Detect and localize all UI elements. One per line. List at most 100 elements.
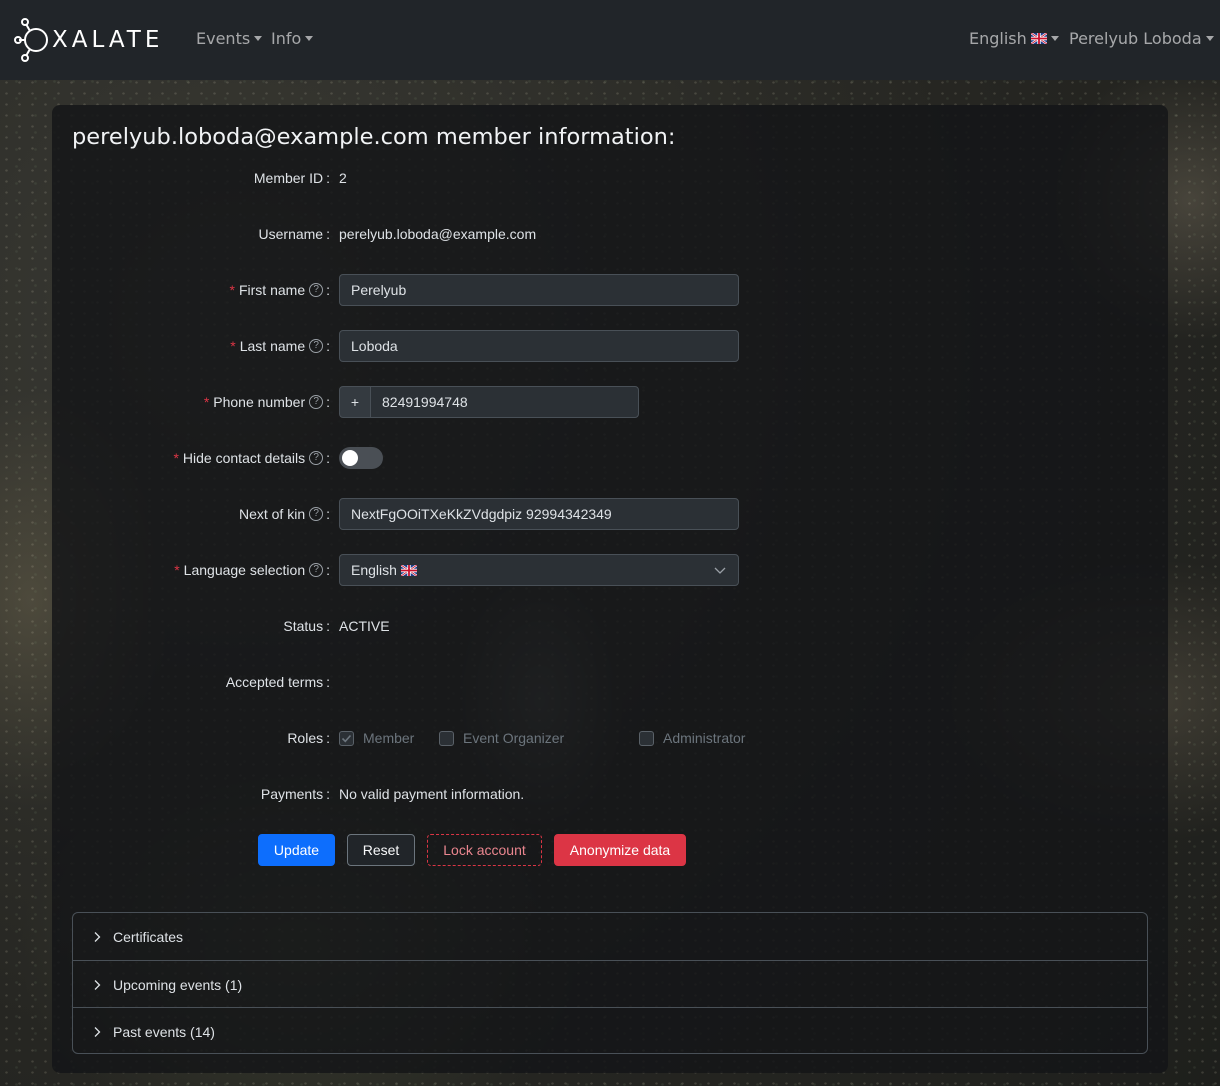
label-text: Last name: [239, 338, 306, 354]
help-icon[interactable]: ?: [309, 283, 324, 297]
label-text: Member ID: [253, 170, 324, 186]
member-id-value: 2: [339, 170, 347, 186]
status-row: Status: ACTIVE: [72, 610, 772, 642]
caret-down-icon: [1050, 36, 1059, 41]
colon: :: [326, 282, 330, 298]
accordion-certificates[interactable]: Certificates: [73, 913, 1147, 960]
uk-flag-icon: [400, 564, 417, 576]
role-label: Event Organizer: [463, 730, 565, 746]
colon: :: [326, 730, 330, 746]
nav-info-label: Info: [271, 29, 302, 48]
required-marker: *: [203, 394, 210, 410]
help-icon[interactable]: ?: [309, 395, 324, 409]
language-row: * Language selection ? : English: [72, 554, 772, 586]
label-text: Accepted terms: [225, 674, 324, 690]
chevron-down-icon: [714, 567, 726, 574]
required-marker: *: [230, 338, 236, 354]
role-member[interactable]: Member: [339, 730, 414, 746]
toggle-knob: [342, 450, 358, 466]
language-select[interactable]: English: [339, 554, 739, 586]
colon: :: [326, 450, 330, 466]
phone-number-input[interactable]: [370, 386, 639, 418]
brand-name: XALATE: [52, 27, 164, 53]
label-text: Status: [283, 618, 324, 634]
first-name-input[interactable]: [339, 274, 739, 306]
label-text: Language selection: [183, 562, 306, 578]
update-button[interactable]: Update: [258, 834, 335, 866]
last-name-input[interactable]: [339, 330, 739, 362]
language-selection-label: * Language selection ? :: [174, 554, 330, 586]
chevron-right-icon: [94, 980, 101, 990]
checkbox-checked-icon: [339, 730, 354, 746]
username-value: perelyub.loboda@example.com: [339, 226, 537, 242]
colon: :: [326, 562, 330, 578]
role-label: Administrator: [663, 730, 746, 746]
status-label: Status:: [283, 610, 330, 642]
accepted-terms-row: Accepted terms:: [72, 666, 772, 698]
roles-label: Roles:: [287, 722, 330, 754]
accordion-label: Upcoming events (1): [113, 977, 243, 993]
role-administrator[interactable]: Administrator: [639, 730, 745, 746]
first-name-label: * First name ? :: [230, 274, 330, 306]
nav-events-label: Events: [196, 29, 251, 48]
language-label: English: [969, 29, 1027, 48]
caret-down-icon: [1205, 36, 1214, 41]
uk-flag-icon: [1030, 33, 1047, 44]
accordion-label: Past events (14): [113, 1024, 215, 1040]
anonymize-data-button[interactable]: Anonymize data: [554, 834, 686, 866]
caret-down-icon: [254, 36, 263, 41]
reset-button[interactable]: Reset: [347, 834, 415, 866]
colon: :: [326, 226, 330, 242]
required-marker: *: [229, 282, 235, 298]
member-id-row: Member ID: 2: [72, 162, 772, 194]
required-marker: *: [174, 562, 180, 578]
last-name-label: * Last name ? :: [230, 330, 330, 362]
colon: :: [326, 170, 330, 186]
label-text: Payments: [260, 786, 324, 802]
colon: :: [326, 674, 330, 690]
last-name-row: * Last name ? :: [72, 330, 772, 362]
colon: :: [326, 394, 330, 410]
brand-logo[interactable]: XALATE: [14, 18, 163, 62]
help-icon[interactable]: ?: [309, 451, 324, 465]
username-label: Username:: [259, 218, 330, 250]
help-icon[interactable]: ?: [309, 563, 324, 577]
language-select-value: English: [351, 562, 397, 578]
first-name-row: * First name ? :: [72, 274, 772, 306]
next-of-kin-label: Next of kin ? :: [239, 498, 330, 530]
chevron-right-icon: [94, 1027, 101, 1037]
label-text: Hide contact details: [182, 450, 306, 466]
colon: :: [326, 786, 330, 802]
accordion-upcoming-events[interactable]: Upcoming events (1): [73, 960, 1147, 1007]
user-name-label: Perelyub Loboda: [1069, 29, 1202, 48]
language-dropdown[interactable]: English: [969, 29, 1059, 48]
chevron-right-icon: [94, 932, 101, 942]
lock-account-button[interactable]: Lock account: [427, 834, 542, 866]
navbar: XALATE Events Info English Perelyub Lobo…: [0, 0, 1220, 80]
help-icon[interactable]: ?: [309, 507, 324, 521]
roles-row: Roles: Member Event Organizer Administra…: [72, 722, 832, 754]
payments-value: No valid payment information.: [339, 786, 525, 802]
nav-events-dropdown[interactable]: Events: [196, 29, 263, 48]
next-of-kin-input[interactable]: [339, 498, 739, 530]
nav-info-dropdown[interactable]: Info: [271, 29, 314, 48]
accordion-past-events[interactable]: Past events (14): [73, 1007, 1147, 1053]
hide-contact-toggle[interactable]: [339, 447, 383, 469]
label-text: Username: [258, 226, 324, 242]
accordion-label: Certificates: [113, 929, 184, 945]
user-menu-dropdown[interactable]: Perelyub Loboda: [1069, 29, 1214, 48]
phone-label: * Phone number ? :: [204, 386, 330, 418]
accepted-terms-label: Accepted terms:: [226, 666, 330, 698]
help-icon[interactable]: ?: [309, 339, 324, 353]
label-text: Next of kin: [238, 506, 306, 522]
phone-row: * Phone number ? : +: [72, 386, 772, 418]
hide-contact-label: * Hide contact details ? :: [173, 442, 330, 474]
next-of-kin-row: Next of kin ? :: [72, 498, 772, 530]
checkbox-icon: [439, 730, 454, 746]
page-title: perelyub.loboda@example.com member infor…: [72, 124, 676, 150]
role-event-organizer[interactable]: Event Organizer: [439, 730, 564, 746]
colon: :: [326, 618, 330, 634]
payments-row: Payments: No valid payment information.: [72, 778, 772, 810]
label-text: Roles: [287, 730, 324, 746]
phone-prefix: +: [339, 386, 371, 418]
